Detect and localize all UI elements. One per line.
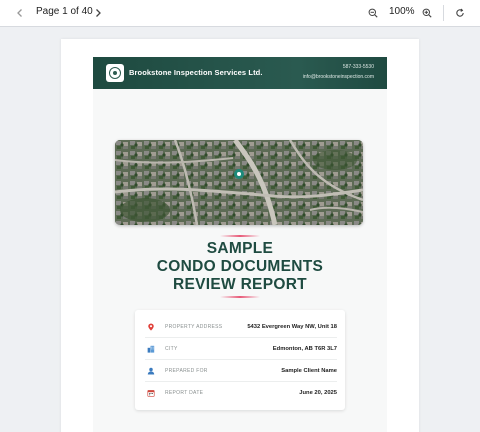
chevron-left-icon <box>17 9 22 17</box>
detail-label: REPORT DATE <box>165 390 204 396</box>
refresh-icon <box>456 8 464 17</box>
zoom-in-icon <box>422 8 432 18</box>
refresh-button[interactable] <box>452 5 468 21</box>
zoom-in-button[interactable] <box>419 5 435 21</box>
previous-page-button[interactable] <box>12 5 28 21</box>
pdf-page: Brookstone Inspection Services Ltd. 587-… <box>61 39 419 432</box>
user-icon <box>145 367 157 375</box>
detail-value: June 20, 2025 <box>299 390 337 396</box>
detail-label: CITY <box>165 345 178 352</box>
report-title-line-2: CONDO DOCUMENTS <box>156 258 324 275</box>
report-header: Brookstone Inspection Services Ltd. 587-… <box>93 57 387 89</box>
company-name: Brookstone Inspection Services Ltd. <box>129 68 263 77</box>
detail-value: 5432 Evergreen Way NW, Unit 18 <box>247 323 337 330</box>
zoom-out-button[interactable] <box>365 5 381 21</box>
report-details-card: PROPERTY ADDRESS 5432 Evergreen Way NW, … <box>135 310 345 410</box>
title-accent-line <box>220 235 260 237</box>
map-pin-icon <box>145 323 157 331</box>
detail-label: PREPARED FOR <box>165 367 208 374</box>
chevron-right-icon <box>96 9 101 17</box>
city-icon <box>145 345 157 353</box>
detail-row-prepared-for: PREPARED FOR Sample Client Name <box>145 360 337 382</box>
detail-value: Edmonton, AB T6R 3L7 <box>272 345 337 352</box>
report-cover: Brookstone Inspection Services Ltd. 587-… <box>93 57 387 432</box>
detail-row-report-date: REPORT DATE June 20, 2025 <box>145 382 337 404</box>
aerial-map-image <box>115 140 363 225</box>
company-email: info@brookstoneinspection.com <box>302 74 374 80</box>
report-title-line-1: SAMPLE <box>206 240 274 257</box>
detail-label: PROPERTY ADDRESS <box>165 323 223 330</box>
company-logo-icon <box>106 64 124 82</box>
detail-row-property-address: PROPERTY ADDRESS 5432 Evergreen Way NW, … <box>145 316 337 338</box>
zoom-out-icon <box>368 8 378 18</box>
zoom-level: 100% <box>389 6 415 17</box>
detail-row-city: CITY Edmonton, AB T6R 3L7 <box>145 338 337 360</box>
title-accent-line <box>220 296 260 298</box>
viewer-toolbar: Page 1 of 40 100% <box>0 0 480 27</box>
calendar-icon <box>145 389 157 397</box>
company-phone: 587-333-5530 <box>342 64 374 70</box>
report-title-line-3: REVIEW REPORT <box>173 276 307 293</box>
toolbar-divider <box>443 5 444 21</box>
detail-value: Sample Client Name <box>281 367 337 374</box>
document-viewer[interactable]: Brookstone Inspection Services Ltd. 587-… <box>0 27 480 432</box>
next-page-button[interactable] <box>90 5 106 21</box>
page-indicator: Page 1 of 40 <box>36 6 93 17</box>
